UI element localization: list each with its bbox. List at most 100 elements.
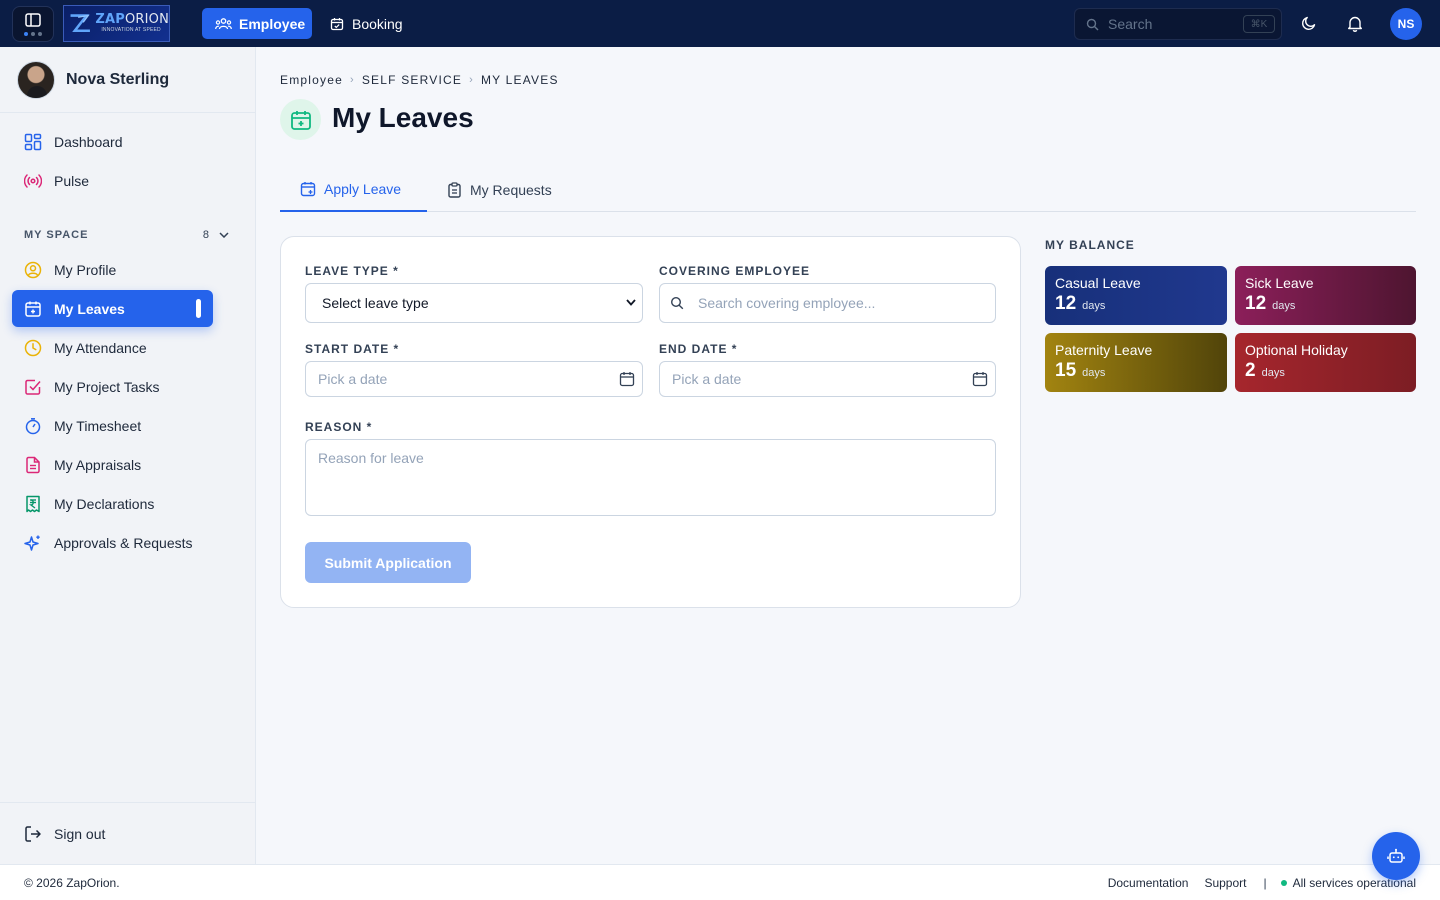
sidebar-item-my-timesheet[interactable]: My Timesheet — [12, 407, 243, 444]
apply-leave-form: LEAVE TYPE * Select leave type COVERING … — [280, 236, 1021, 608]
zaporion-logo[interactable]: ZAPORION INNOVATION AT SPEED — [63, 5, 170, 42]
balance-card-optional-holiday: Optional Holiday 2 days — [1235, 333, 1416, 392]
nav-employee-label: Employee — [239, 15, 306, 32]
page-title-icon — [280, 99, 321, 140]
calendar-icon — [972, 372, 988, 387]
global-search-input[interactable]: Search ⌘K — [1074, 8, 1282, 40]
balance-unit: days — [1261, 367, 1285, 379]
reason-placeholder: Reason for leave — [318, 450, 424, 466]
notifications-button[interactable] — [1347, 15, 1363, 32]
balance-value: 12 — [1055, 293, 1077, 314]
user-circle-icon — [24, 261, 42, 278]
tab-label: Apply Leave — [324, 180, 402, 197]
section-count: 8 — [202, 229, 209, 241]
start-date-input[interactable]: Pick a date — [305, 361, 643, 397]
grid-icon — [24, 133, 42, 150]
sidebar-item-my-project-tasks[interactable]: My Project Tasks — [12, 368, 243, 405]
calendar-plus-icon — [300, 181, 316, 196]
timer-icon — [25, 417, 41, 434]
sidebar-item-approvals-requests[interactable]: Approvals & Requests — [12, 524, 243, 561]
calendar-plus-icon — [290, 110, 311, 130]
top-bar: ZAPORION INNOVATION AT SPEED Employee Bo… — [0, 0, 1440, 47]
clock-icon — [24, 339, 42, 356]
theme-toggle-button[interactable] — [1301, 15, 1317, 31]
sidebar-item-my-appraisals[interactable]: My Appraisals — [12, 446, 243, 483]
breadcrumb: Employee › SELF SERVICE › MY LEAVES — [280, 73, 559, 87]
sidebar-toggle-button[interactable] — [12, 6, 54, 42]
sidebar: Nova Sterling Dashboard Pulse MY SPACE 8… — [0, 47, 256, 864]
sidebar-item-pulse[interactable]: Pulse — [12, 162, 243, 199]
rupee-receipt-icon — [26, 495, 40, 512]
end-date-input[interactable]: Pick a date — [659, 361, 996, 397]
covering-employee-input[interactable]: Search covering employee... — [659, 283, 996, 323]
breadcrumb-item-self-service[interactable]: SELF SERVICE — [362, 73, 462, 87]
sign-out-label: Sign out — [54, 825, 106, 842]
balance-card-casual-leave: Casual Leave 12 days — [1045, 266, 1227, 325]
sidebar-item-dashboard[interactable]: Dashboard — [12, 123, 243, 160]
user-avatar-button[interactable]: NS — [1390, 8, 1422, 40]
chevron-down-icon — [626, 299, 636, 306]
copyright: © 2026 ZapOrion. — [24, 876, 120, 890]
documentation-link[interactable]: Documentation — [1108, 876, 1189, 890]
sidebar-item-label: My Declarations — [54, 495, 155, 512]
reason-textarea[interactable]: Reason for leave — [305, 439, 996, 516]
active-indicator — [196, 299, 201, 318]
sidebar-item-my-declarations[interactable]: My Declarations — [12, 485, 243, 522]
covering-employee-label: COVERING EMPLOYEE — [659, 264, 811, 278]
sidebar-item-my-profile[interactable]: My Profile — [12, 251, 243, 288]
sidebar-item-label: My Timesheet — [54, 417, 142, 434]
breadcrumb-item-my-leaves: MY LEAVES — [480, 73, 559, 87]
workspace-dots — [24, 31, 42, 36]
start-date-placeholder: Pick a date — [318, 371, 388, 387]
logo-mark-icon — [70, 13, 90, 32]
sidebar-item-my-attendance[interactable]: My Attendance — [12, 329, 243, 366]
tab-my-requests[interactable]: My Requests — [447, 167, 552, 212]
calendar-plus-icon — [25, 301, 41, 317]
search-placeholder: Search — [1108, 16, 1153, 32]
sidebar-item-label: Dashboard — [54, 133, 123, 150]
sidebar-item-label: My Leaves — [54, 300, 125, 317]
nav-employee-button[interactable]: Employee — [202, 8, 312, 39]
balance-name: Paternity Leave — [1055, 342, 1153, 358]
balance-unit: days — [1082, 300, 1106, 312]
end-date-placeholder: Pick a date — [672, 371, 742, 387]
status-dot — [1280, 880, 1287, 886]
logo-name: ZAPORION — [95, 12, 169, 27]
broadcast-icon — [24, 173, 42, 188]
calendar-icon — [619, 372, 635, 387]
sidebar-item-my-leaves[interactable]: My Leaves — [12, 290, 213, 327]
sidebar-item-label: Approvals & Requests — [54, 534, 193, 551]
section-my-space[interactable]: MY SPACE 8 — [0, 225, 255, 245]
chevron-right-icon: › — [349, 74, 355, 86]
assistant-bot-button[interactable] — [1372, 832, 1420, 880]
support-link[interactable]: Support — [1204, 876, 1246, 890]
sidebar-item-label: Pulse — [54, 172, 90, 189]
users-icon — [215, 17, 232, 29]
submit-application-button[interactable]: Submit Application — [305, 542, 471, 583]
leave-type-label: LEAVE TYPE * — [305, 264, 399, 278]
tab-apply-leave[interactable]: Apply Leave — [280, 167, 427, 212]
breadcrumb-item-employee[interactable]: Employee — [280, 73, 343, 87]
check-square-icon — [25, 379, 41, 395]
log-out-icon — [25, 825, 41, 842]
balance-value: 15 — [1055, 360, 1077, 381]
balance-value: 12 — [1245, 293, 1267, 314]
balance-name: Optional Holiday — [1245, 342, 1348, 358]
sidebar-item-label: My Attendance — [54, 339, 147, 356]
calendar-check-icon — [330, 17, 344, 30]
covering-employee-placeholder: Search covering employee... — [698, 295, 876, 311]
tab-label: My Requests — [470, 181, 552, 198]
sidebar-user[interactable]: Nova Sterling — [0, 47, 255, 113]
leave-type-select[interactable]: Select leave type — [305, 283, 643, 323]
section-title: MY SPACE — [24, 229, 89, 241]
footer-divider: | — [1263, 876, 1267, 890]
sidebar-item-label: My Appraisals — [54, 456, 142, 473]
sidebar-panel-icon — [25, 12, 41, 27]
clipboard-list-icon — [448, 181, 461, 198]
sign-out-button[interactable]: Sign out — [0, 802, 255, 864]
footer: © 2026 ZapOrion. Documentation Support |… — [0, 864, 1440, 900]
chevron-right-icon: › — [469, 74, 474, 86]
balance-name: Casual Leave — [1055, 275, 1141, 291]
logo-tagline: INNOVATION AT SPEED — [101, 27, 161, 33]
nav-booking-button[interactable]: Booking — [330, 8, 403, 39]
